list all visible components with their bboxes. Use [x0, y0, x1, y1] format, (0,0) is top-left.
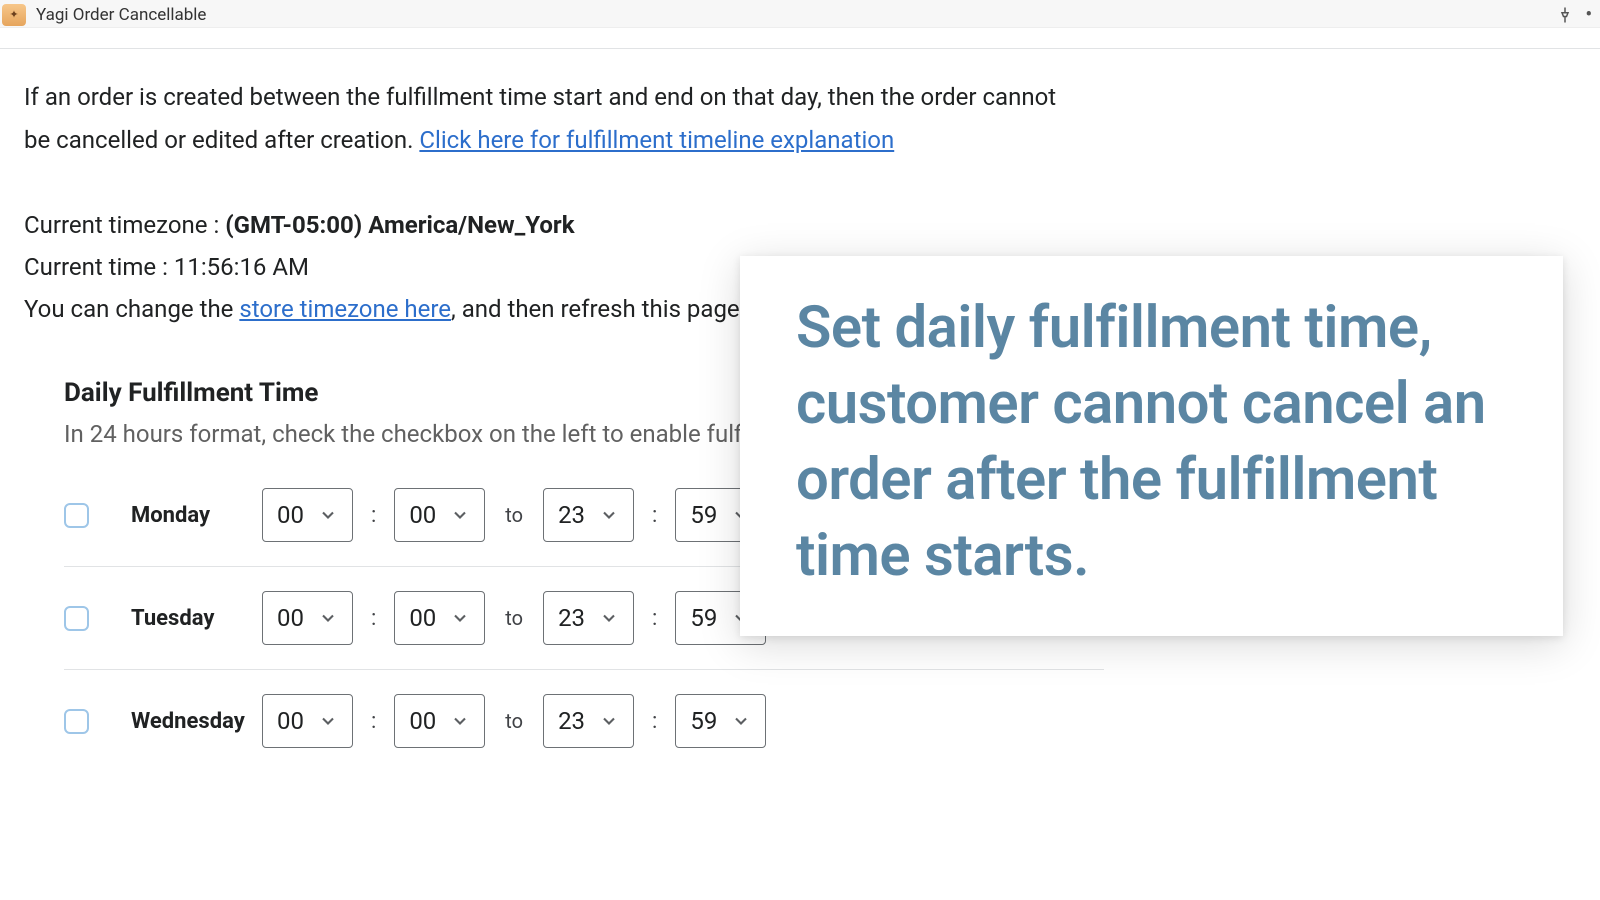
end-hour-select[interactable]: 23	[543, 591, 634, 645]
end-minute-value: 59	[690, 501, 717, 529]
app-header: ✦ Yagi Order Cancellable •	[0, 0, 1600, 28]
chevron-down-icon	[318, 711, 338, 731]
day-row: Wednesday 00: 00 to 23: 59	[64, 670, 1104, 772]
chevron-down-icon	[599, 711, 619, 731]
time-colon: :	[648, 606, 661, 631]
info-callout: Set daily fulfillment time, customer can…	[740, 256, 1563, 636]
chevron-down-icon	[450, 505, 470, 525]
current-time-value: 11:56:16 AM	[174, 253, 309, 281]
day-name: Tuesday	[103, 606, 248, 631]
start-minute-value: 00	[409, 707, 436, 735]
start-minute-select[interactable]: 00	[394, 694, 485, 748]
start-hour-select[interactable]: 00	[262, 591, 353, 645]
time-colon: :	[367, 606, 380, 631]
callout-text: Set daily fulfillment time, customer can…	[796, 290, 1507, 594]
time-colon: :	[367, 503, 380, 528]
day-enable-checkbox[interactable]	[64, 606, 89, 631]
start-minute-value: 00	[409, 604, 436, 632]
end-minute-select[interactable]: 59	[675, 694, 766, 748]
header-actions: •	[1556, 4, 1592, 25]
end-minute-value: 59	[690, 604, 717, 632]
fulfillment-timeline-link[interactable]: Click here for fulfillment timeline expl…	[419, 126, 894, 154]
end-hour-value: 23	[558, 604, 585, 632]
start-minute-select[interactable]: 00	[394, 591, 485, 645]
end-hour-value: 23	[558, 501, 585, 529]
start-hour-select[interactable]: 00	[262, 488, 353, 542]
day-name: Monday	[103, 503, 248, 528]
chevron-down-icon	[318, 608, 338, 628]
app-icon: ✦	[2, 4, 26, 26]
chevron-down-icon	[599, 505, 619, 525]
timezone-label: Current timezone :	[24, 211, 225, 239]
timezone-note-after: , and then refresh this page.	[451, 295, 746, 323]
end-minute-value: 59	[690, 707, 717, 735]
start-hour-value: 00	[277, 604, 304, 632]
start-hour-value: 00	[277, 707, 304, 735]
timezone-note-before: You can change the	[24, 295, 239, 323]
to-label: to	[499, 709, 529, 733]
start-hour-select[interactable]: 00	[262, 694, 353, 748]
to-label: to	[499, 606, 529, 630]
chevron-down-icon	[450, 608, 470, 628]
time-colon: :	[367, 709, 380, 734]
store-timezone-link[interactable]: store timezone here	[239, 295, 451, 323]
chevron-down-icon	[450, 711, 470, 731]
chevron-down-icon	[599, 608, 619, 628]
chevron-down-icon	[731, 711, 751, 731]
app-title: Yagi Order Cancellable	[36, 5, 206, 25]
time-colon: :	[648, 503, 661, 528]
day-enable-checkbox[interactable]	[64, 503, 89, 528]
start-hour-value: 00	[277, 501, 304, 529]
start-minute-select[interactable]: 00	[394, 488, 485, 542]
time-colon: :	[648, 709, 661, 734]
end-hour-select[interactable]: 23	[543, 488, 634, 542]
intro-paragraph: If an order is created between the fulfi…	[24, 76, 1064, 162]
more-icon[interactable]: •	[1586, 4, 1592, 25]
end-hour-select[interactable]: 23	[543, 694, 634, 748]
timezone-value: (GMT-05:00) America/New_York	[225, 211, 574, 239]
pin-icon[interactable]	[1556, 6, 1574, 24]
end-hour-value: 23	[558, 707, 585, 735]
start-minute-value: 00	[409, 501, 436, 529]
day-name: Wednesday	[103, 709, 248, 734]
chevron-down-icon	[318, 505, 338, 525]
day-enable-checkbox[interactable]	[64, 709, 89, 734]
to-label: to	[499, 503, 529, 527]
current-time-label: Current time :	[24, 253, 174, 281]
